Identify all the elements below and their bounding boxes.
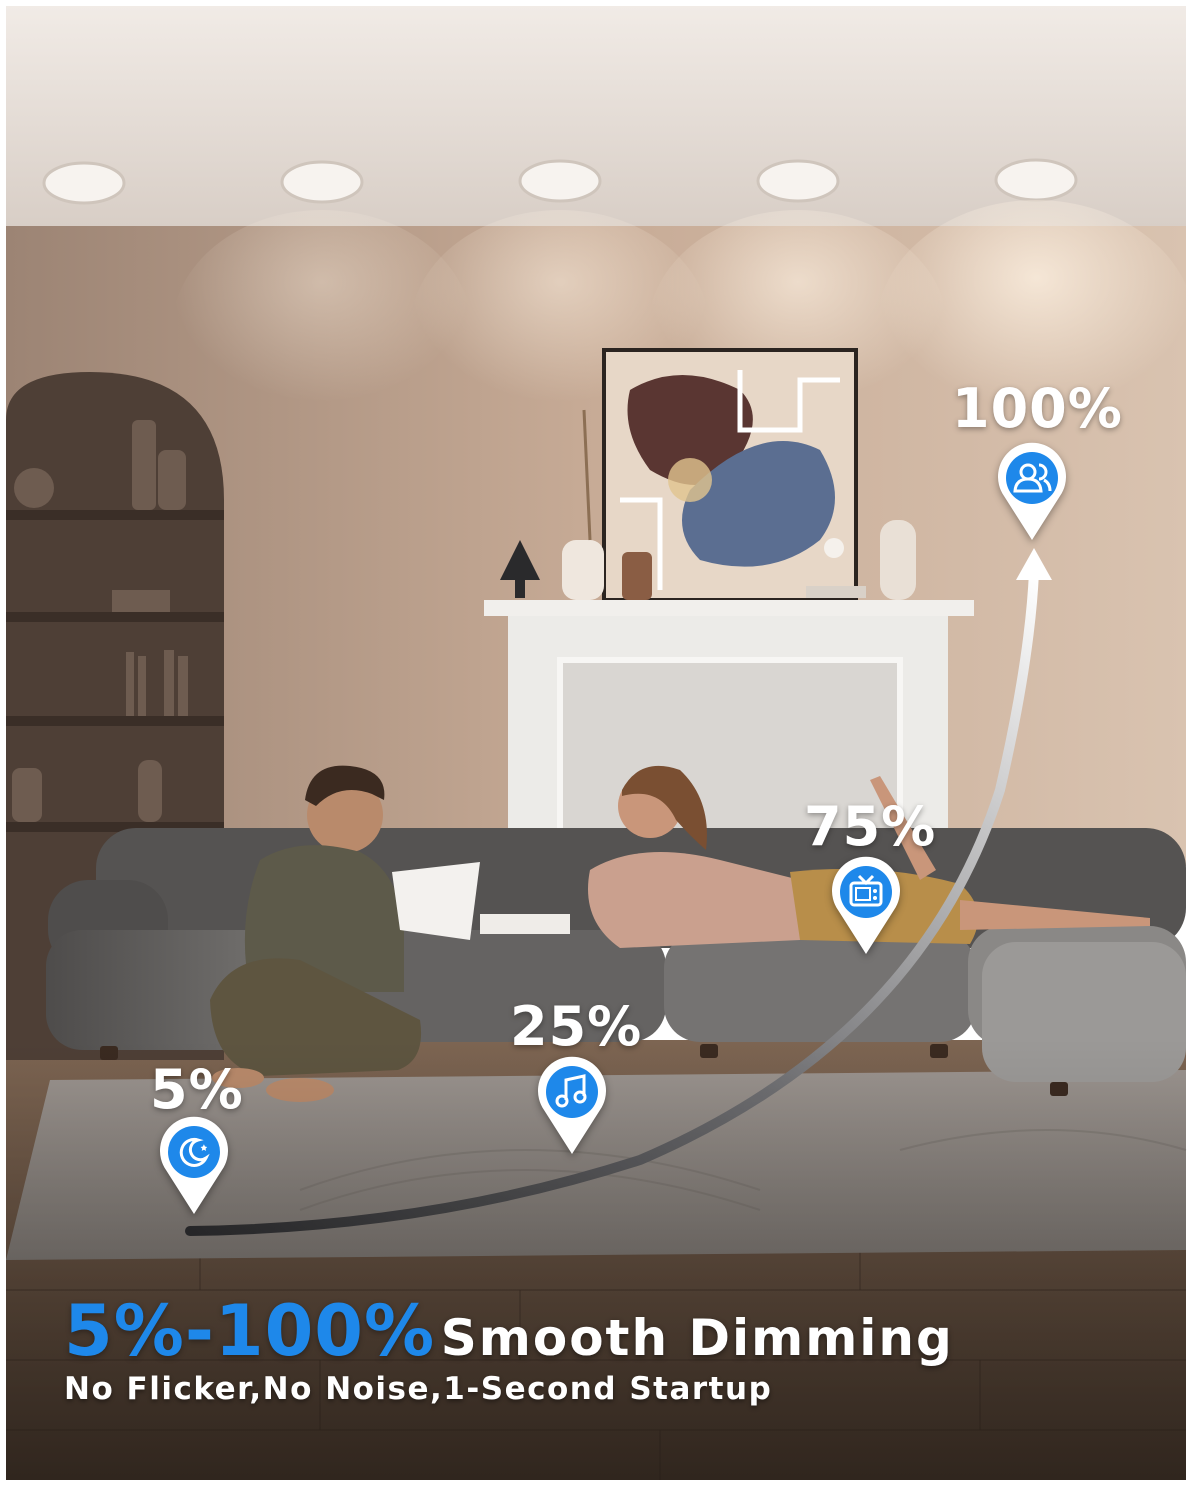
subline: No Flicker,No Noise,1-Second Startup: [64, 1371, 773, 1407]
level-label-25: 25%: [510, 995, 643, 1058]
level-label-75: 75%: [804, 795, 937, 858]
product-banner: 5% 25% 75% 100% 5%-100% Smooth Dimming N…: [0, 0, 1192, 1486]
headline: 5%-100% Smooth Dimming: [64, 1296, 954, 1366]
headline-text: Smooth Dimming: [440, 1309, 954, 1367]
headline-accent: 5%-100%: [64, 1290, 436, 1372]
level-label-5: 5%: [150, 1058, 244, 1121]
level-label-100: 100%: [952, 377, 1123, 440]
living-room-photo: [6, 6, 1192, 1480]
